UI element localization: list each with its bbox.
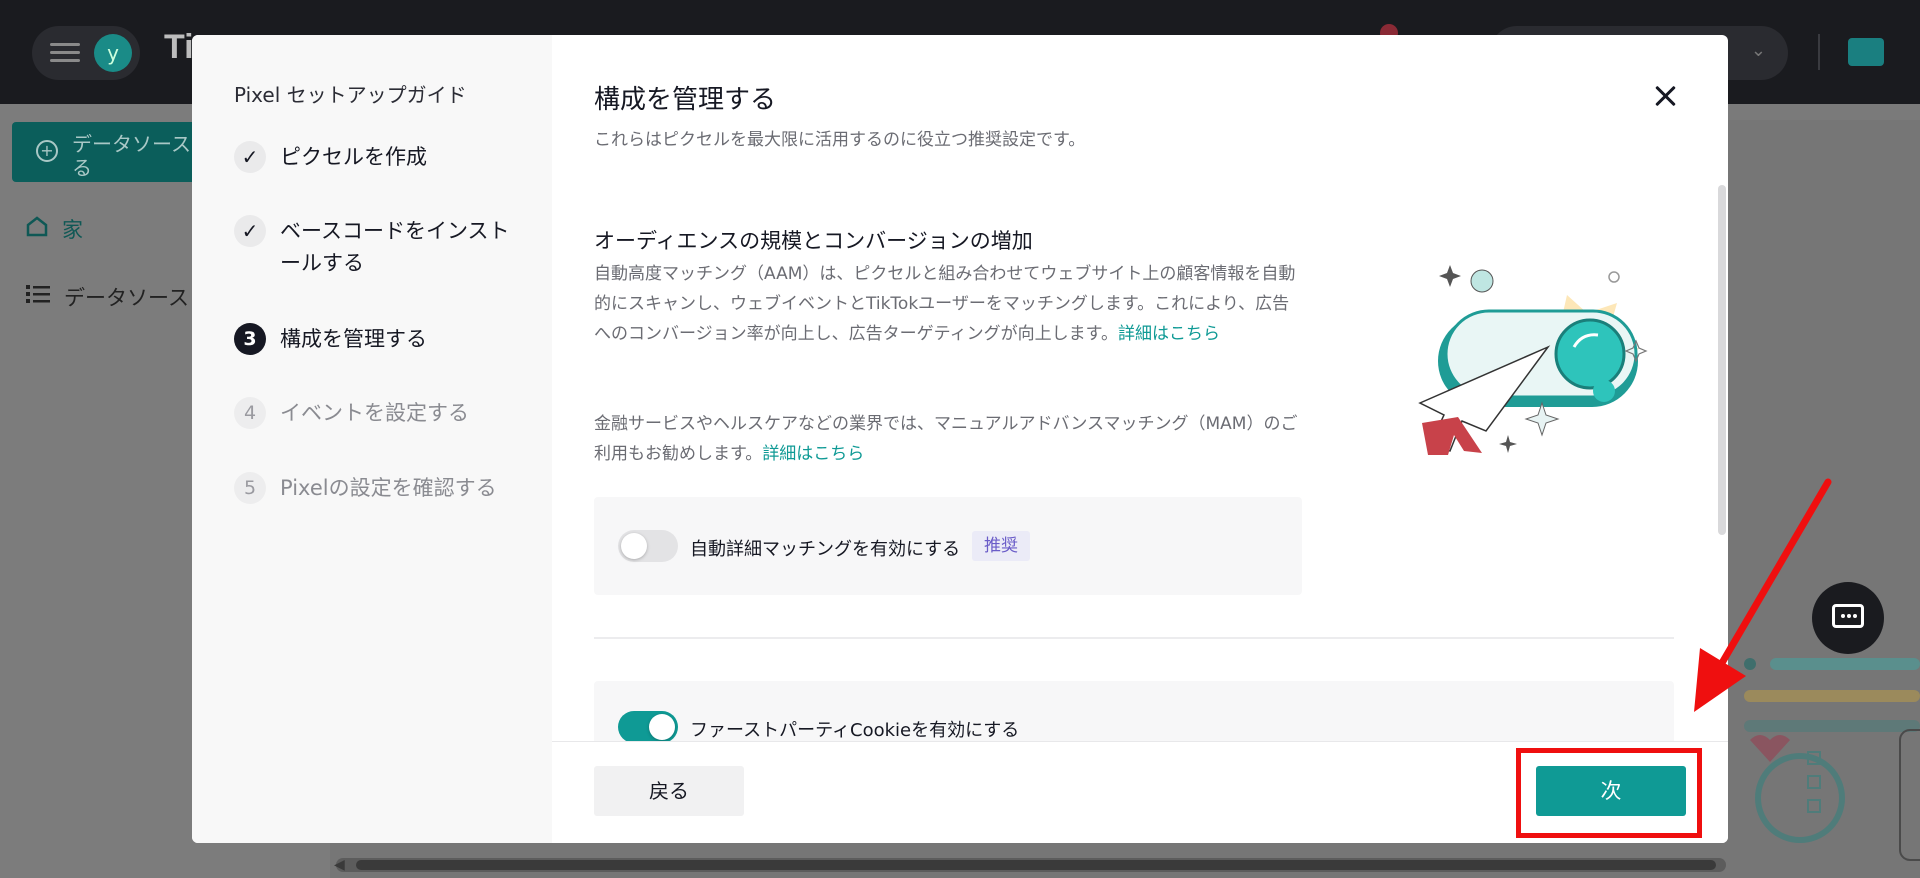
toggle-knob (649, 714, 675, 740)
scroll-left-icon[interactable]: ◀ (334, 857, 345, 873)
ticket-icon[interactable] (1848, 38, 1884, 66)
divider (1818, 34, 1820, 70)
chat-button[interactable] (1812, 582, 1884, 654)
toggle-illustration (1392, 255, 1692, 495)
plus-circle-icon: + (36, 140, 58, 162)
step-verify-pixel[interactable]: 5 Pixelの設定を確認する (234, 472, 530, 504)
step-set-events[interactable]: 4 イベントを設定する (234, 397, 530, 429)
list-icon (26, 283, 50, 310)
new-data-source-button[interactable]: + データソース る (12, 122, 200, 182)
back-button[interactable]: 戻る (594, 766, 744, 816)
mam-description: 金融サービスやヘルスケアなどの業界では、マニュアルアドバンスマッチング（MAM）… (594, 409, 1306, 469)
step-label: 構成を管理する (280, 327, 427, 351)
sidebar-item-home[interactable]: 家 (26, 214, 83, 244)
first-party-cookie-toggle[interactable] (618, 711, 678, 743)
aam-toggle-label: 自動詳細マッチングを有効にする (690, 539, 961, 560)
step-create-pixel[interactable]: ✓ ピクセルを作成 (234, 141, 530, 173)
aam-setting-card: 自動詳細マッチングを有効にする 推奨 (594, 497, 1302, 595)
aam-description: 自動高度マッチング（AAM）は、ピクセルと組み合わせてウェブサイト上の顧客情報を… (594, 259, 1306, 349)
aam-learn-more-link[interactable]: 詳細はこちら (1118, 324, 1220, 344)
recommended-badge: 推奨 (972, 531, 1030, 561)
guide-title: Pixel セットアップガイド (234, 83, 467, 107)
step-label: ピクセルを作成 (280, 145, 427, 169)
avatar[interactable]: y (94, 34, 132, 72)
modal-subtitle: これらはピクセルを最大限に活用するのに役立つ推奨設定です。 (594, 130, 1086, 150)
modal-content: 構成を管理する これらはピクセルを最大限に活用するのに役立つ推奨設定です。 オー… (552, 35, 1728, 843)
hamburger-icon (50, 43, 80, 63)
sidebar-item-data-sources[interactable]: データソース (26, 282, 189, 312)
home-icon (26, 215, 48, 242)
sidebar-item-label: データソース (64, 286, 189, 310)
section-title: オーディエンスの規模とコンバージョンの増加 (594, 229, 1033, 253)
step-install-base-code[interactable]: ✓ ベースコードをインストールする (234, 215, 520, 279)
step-number: 5 (234, 472, 266, 504)
step-label: イベントを設定する (280, 401, 469, 425)
step-number: 3 (234, 323, 266, 355)
aam-toggle[interactable] (618, 530, 678, 562)
modal-title: 構成を管理する (594, 85, 777, 115)
check-icon: ✓ (234, 141, 266, 173)
divider (594, 637, 1674, 639)
horizontal-scrollbar[interactable]: ◀ (334, 857, 1726, 873)
check-icon: ✓ (234, 215, 266, 247)
brand-logo: Ti (164, 28, 194, 66)
step-number: 4 (234, 397, 266, 429)
settings-scroll-area[interactable]: オーディエンスの規模とコンバージョンの増加 自動高度マッチング（AAM）は、ピク… (552, 185, 1728, 775)
sidebar-item-label: 家 (62, 218, 83, 242)
mam-learn-more-link[interactable]: 詳細はこちら (762, 444, 864, 464)
cookie-toggle-label: ファーストパーティCookieを有効にする (690, 720, 1020, 741)
background-illustration (1730, 640, 1920, 878)
scrollbar-thumb[interactable] (356, 860, 1716, 870)
vertical-scrollbar[interactable] (1718, 185, 1726, 535)
toggle-knob (621, 533, 647, 559)
menu-button[interactable]: y (32, 26, 140, 80)
chevron-down-icon: ⌄ (1750, 40, 1766, 61)
setup-guide-panel: Pixel セットアップガイド ✓ ピクセルを作成 ✓ ベースコードをインストー… (192, 35, 552, 843)
step-label: Pixelの設定を確認する (280, 476, 497, 500)
step-label: ベースコードをインストールする (280, 219, 510, 275)
new-data-source-label: データソース る (72, 132, 191, 180)
close-icon[interactable] (1650, 81, 1680, 111)
step-manage-config[interactable]: 3 構成を管理する (234, 323, 530, 355)
mam-text: 金融サービスやヘルスケアなどの業界では、マニュアルアドバンスマッチング（MAM）… (594, 414, 1298, 464)
pixel-setup-modal: Pixel セットアップガイド ✓ ピクセルを作成 ✓ ベースコードをインストー… (192, 35, 1728, 843)
annotation-highlight-box (1516, 748, 1702, 838)
chat-icon (1832, 604, 1864, 628)
